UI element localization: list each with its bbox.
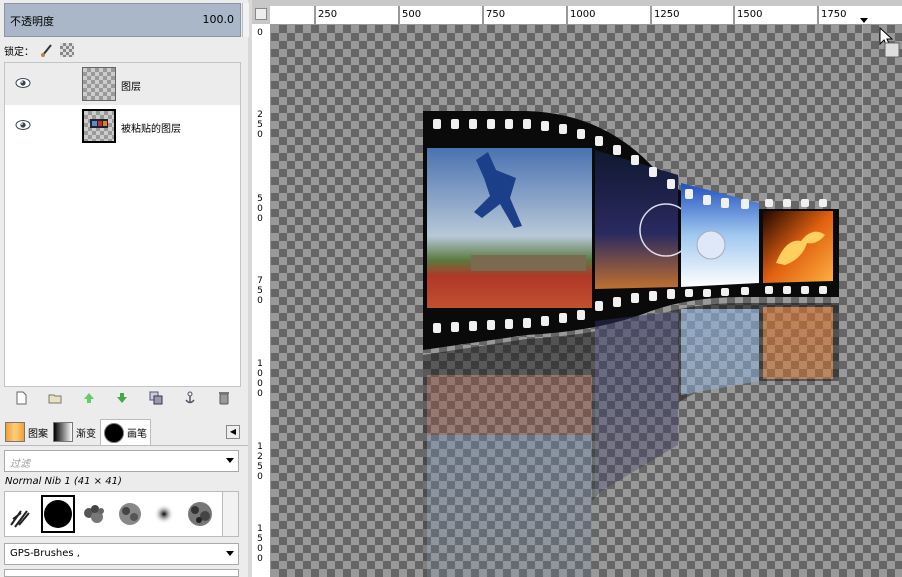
brush-tag-input[interactable]: GPS-Brushes , [4, 543, 239, 565]
ruler-label: 500 [257, 194, 263, 224]
panel-scrollbar[interactable] [242, 3, 249, 37]
delete-layer-icon[interactable] [217, 391, 231, 405]
guide-line[interactable] [862, 25, 863, 297]
tab-label: 图案 [28, 428, 48, 440]
brush-grid [4, 491, 223, 537]
tab-brushes[interactable]: 画笔 [100, 419, 151, 445]
chevron-down-icon[interactable] [226, 551, 234, 556]
layer-row[interactable]: 被粘贴的图层 [5, 105, 240, 147]
eye-icon[interactable] [15, 77, 31, 89]
vertical-ruler[interactable]: 0 250 500 750 1000 1250 1500 [252, 24, 271, 577]
tab-gradients[interactable]: 渐变 [50, 419, 99, 445]
brush-item[interactable] [183, 495, 217, 533]
tab-label: 渐变 [76, 428, 96, 440]
layer-thumbnail [82, 109, 116, 143]
layers-list: 图层 被粘贴的图层 [4, 62, 241, 387]
lock-label: 锁定： [4, 46, 34, 58]
filmstrip-reflection [423, 303, 839, 577]
layer-thumbnail [82, 67, 116, 101]
horizontal-ruler[interactable]: 250 500 750 1000 1250 1500 1750 [270, 6, 902, 25]
tag-text: GPS-Brushes , [10, 548, 80, 559]
lock-row: 锁定： [4, 42, 74, 58]
brush-scrollbar[interactable] [222, 491, 239, 537]
gradient-icon [53, 422, 73, 442]
ruler-label: 750 [257, 276, 263, 306]
brush-item[interactable] [149, 495, 183, 533]
mouse-pointer-icon [879, 27, 900, 58]
eye-icon[interactable] [15, 119, 31, 131]
anchor-layer-icon[interactable] [183, 391, 197, 405]
layer-name[interactable]: 被粘贴的图层 [121, 120, 181, 135]
image-window: 250 500 750 1000 1250 1500 1750 0 250 50… [252, 0, 902, 577]
duplicate-layer-icon[interactable] [149, 391, 163, 405]
tab-patterns[interactable]: 图案 [2, 419, 51, 445]
quick-mask-corner-button[interactable] [255, 8, 267, 20]
dock-menu-button[interactable]: ◀ [226, 425, 240, 439]
new-layer-group-icon[interactable] [48, 391, 62, 405]
layer-name[interactable]: 图层 [121, 78, 141, 93]
pattern-icon [5, 422, 25, 442]
layers-dock: 不透明度 100.0 锁定： 图层 被粘贴的图层 图案 渐变 画笔 ◀ 过滤 N… [0, 0, 249, 577]
lock-alpha-icon[interactable] [60, 43, 74, 57]
chevron-down-icon[interactable] [226, 458, 234, 463]
panel-footer [4, 569, 239, 577]
image-canvas[interactable] [271, 25, 902, 577]
lock-pixels-icon[interactable] [40, 43, 54, 57]
filmstrip-image [423, 111, 839, 577]
ruler-ticks [314, 6, 868, 24]
tab-label: 画笔 [127, 429, 147, 440]
ruler-label: 250 [257, 110, 263, 140]
brush-item[interactable] [7, 495, 41, 533]
opacity-label: 不透明度 [10, 15, 54, 28]
selected-brush-name: Normal Nib 1 (41 × 41) [5, 476, 122, 487]
layer-row[interactable]: 图层 [5, 63, 240, 105]
opacity-slider[interactable]: 不透明度 100.0 [4, 3, 241, 37]
brush-item[interactable] [113, 495, 147, 533]
brush-icon [104, 422, 124, 443]
ruler-label: 1000 [257, 359, 263, 399]
lower-layer-icon[interactable] [115, 391, 129, 405]
layer-toolbar [4, 388, 241, 408]
ruler-label: 0 [257, 28, 263, 38]
new-layer-icon[interactable] [14, 391, 28, 405]
brush-item[interactable] [77, 495, 111, 533]
ruler-label: 1500 [257, 524, 263, 564]
opacity-value: 100.0 [202, 13, 235, 26]
filter-placeholder: 过滤 [10, 459, 30, 470]
ruler-label: 1250 [257, 442, 263, 482]
dock-tabs: 图案 渐变 画笔 ◀ [0, 417, 248, 446]
brush-item[interactable] [41, 495, 75, 533]
brush-filter-input[interactable]: 过滤 [4, 450, 239, 472]
raise-layer-icon[interactable] [82, 391, 96, 405]
